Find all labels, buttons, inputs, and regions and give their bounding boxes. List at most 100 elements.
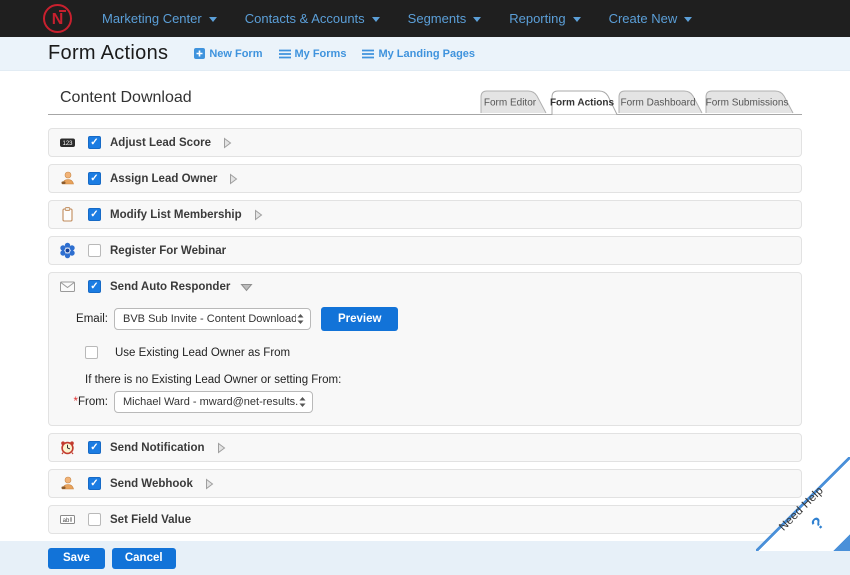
chevron-down-icon: [573, 17, 581, 22]
nav-item-contacts-accounts[interactable]: Contacts & Accounts: [231, 0, 394, 37]
action-list: 123 Adjust Lead Score: [48, 128, 802, 534]
action-checkbox[interactable]: [88, 136, 101, 149]
action-row-send-auto-responder: Send Auto Responder Email: BVB Sub Invit…: [48, 272, 802, 426]
net-results-logo[interactable]: N: [43, 4, 72, 33]
action-row-register-for-webinar: Register For Webinar: [48, 236, 802, 265]
webinar-flower-icon: [59, 242, 76, 259]
collapse-down-icon[interactable]: [239, 280, 254, 294]
fallback-note: If there is no Existing Lead Owner or se…: [85, 374, 791, 386]
svg-text:Form Submissions: Form Submissions: [706, 98, 789, 109]
chevron-down-icon: [473, 17, 481, 22]
action-label: Set Field Value: [110, 514, 191, 526]
from-row: *From: Michael Ward - mward@net-results.…: [59, 391, 791, 413]
preview-button[interactable]: Preview: [321, 307, 398, 331]
need-help-widget[interactable]: Need Help ?: [756, 457, 850, 551]
from-select-value: Michael Ward - mward@net-results.com: [115, 396, 298, 408]
my-forms-link[interactable]: My Forms: [279, 48, 347, 60]
action-label: Send Webhook: [110, 478, 193, 490]
action-label: Send Notification: [110, 442, 205, 454]
page-header-bar: Form Actions New Form My Forms My Land: [0, 37, 850, 71]
expand-right-icon[interactable]: [226, 172, 240, 186]
action-label: Adjust Lead Score: [110, 137, 211, 149]
nav-item-marketing-center[interactable]: Marketing Center: [88, 0, 231, 37]
list-icon: [362, 49, 374, 59]
tab-form-editor[interactable]: Form Editor: [481, 91, 546, 113]
action-row-assign-lead-owner: Assign Lead Owner: [48, 164, 802, 193]
action-row-adjust-lead-score: 123 Adjust Lead Score: [48, 128, 802, 157]
person-icon: [59, 475, 76, 492]
nav-item-create-new[interactable]: Create New: [595, 0, 707, 37]
from-select[interactable]: Michael Ward - mward@net-results.com: [114, 391, 313, 413]
logo-macron-bar: [59, 10, 66, 12]
action-row-send-notification: Send Notification: [48, 433, 802, 462]
svg-text:Form Editor: Form Editor: [484, 98, 537, 109]
email-select[interactable]: BVB Sub Invite - Content Downloads: [114, 308, 311, 330]
svg-text:Form Actions: Form Actions: [550, 98, 615, 109]
link-label: My Forms: [295, 48, 347, 60]
app-window: N Marketing Center Contacts & Accounts S…: [0, 0, 850, 551]
use-existing-owner-checkbox[interactable]: [85, 346, 98, 359]
my-landing-pages-link[interactable]: My Landing Pages: [362, 48, 475, 60]
expand-right-icon[interactable]: [220, 136, 234, 150]
email-select-value: BVB Sub Invite - Content Downloads: [115, 313, 296, 325]
question-mark-icon: ?: [807, 513, 828, 534]
email-row: Email: BVB Sub Invite - Content Download…: [59, 307, 791, 331]
svg-text:ab: ab: [63, 518, 70, 524]
main-nav: Marketing Center Contacts & Accounts Seg…: [88, 0, 706, 37]
tab-form-submissions[interactable]: Form Submissions: [706, 91, 793, 113]
auto-responder-details: Email: BVB Sub Invite - Content Download…: [59, 300, 791, 425]
action-checkbox[interactable]: [88, 477, 101, 490]
action-label: Register For Webinar: [110, 245, 226, 257]
nav-item-reporting[interactable]: Reporting: [495, 0, 594, 37]
lead-score-icon: 123: [59, 134, 76, 151]
main-content: Content Download Form Editor Form Dashbo…: [0, 71, 850, 541]
plus-square-icon: [194, 48, 205, 59]
footer-bar: Save Cancel: [0, 541, 850, 575]
action-checkbox[interactable]: [88, 172, 101, 185]
svg-text:123: 123: [62, 141, 73, 147]
select-stepper-icon: [298, 395, 307, 409]
header-links: New Form My Forms My Landing Pages: [194, 48, 475, 60]
expand-right-icon[interactable]: [251, 208, 265, 222]
link-label: New Form: [209, 48, 262, 60]
form-title-row: Content Download Form Editor Form Dashbo…: [48, 75, 802, 115]
chevron-down-icon: [209, 17, 217, 22]
person-icon: [59, 170, 76, 187]
action-label: Modify List Membership: [110, 209, 242, 221]
action-checkbox[interactable]: [88, 280, 101, 293]
action-checkbox[interactable]: [88, 244, 101, 257]
alarm-clock-icon: [59, 439, 76, 456]
action-checkbox[interactable]: [88, 441, 101, 454]
clipboard-icon: [59, 206, 76, 223]
nav-item-label: Contacts & Accounts: [245, 11, 365, 26]
logo-letter: N: [52, 12, 64, 28]
new-form-link[interactable]: New Form: [194, 48, 262, 60]
action-label: Assign Lead Owner: [110, 173, 217, 185]
select-stepper-icon: [296, 312, 305, 326]
list-icon: [279, 49, 291, 59]
svg-text:Form Dashboard: Form Dashboard: [620, 98, 695, 109]
action-checkbox[interactable]: [88, 208, 101, 221]
chevron-down-icon: [372, 17, 380, 22]
email-label: Email:: [59, 313, 108, 325]
nav-item-label: Reporting: [509, 11, 565, 26]
action-label: Send Auto Responder: [110, 281, 230, 293]
nav-item-label: Segments: [408, 11, 467, 26]
tab-strip: Form Editor Form Dashboard Form Submissi…: [474, 88, 802, 115]
page-title: Content Download: [60, 89, 192, 107]
action-checkbox[interactable]: [88, 513, 101, 526]
chevron-down-icon: [684, 17, 692, 22]
nav-item-label: Create New: [609, 11, 678, 26]
text-field-icon: ab: [59, 511, 76, 528]
expand-right-icon[interactable]: [214, 441, 228, 455]
tab-form-actions[interactable]: Form Actions: [550, 91, 617, 115]
action-row-set-field-value: ab Set Field Value: [48, 505, 802, 534]
link-label: My Landing Pages: [378, 48, 475, 60]
action-row-modify-list-membership: Modify List Membership: [48, 200, 802, 229]
use-existing-owner-label: Use Existing Lead Owner as From: [115, 347, 290, 359]
nav-item-segments[interactable]: Segments: [394, 0, 496, 37]
section-title: Form Actions: [48, 42, 168, 65]
expand-right-icon[interactable]: [202, 477, 216, 491]
envelope-icon: [59, 278, 76, 295]
tab-form-dashboard[interactable]: Form Dashboard: [619, 91, 702, 113]
